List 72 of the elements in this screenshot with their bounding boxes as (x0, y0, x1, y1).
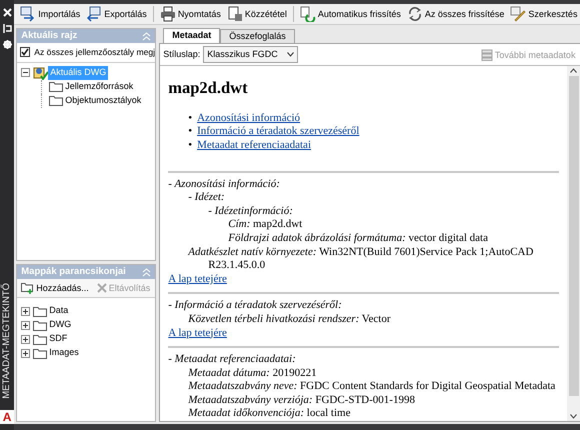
toc-link[interactable]: Információ a téradatok szervezéséről (197, 125, 360, 139)
settings-icon[interactable] (2, 40, 12, 49)
refresh-icon (406, 6, 423, 22)
panel-title: Mappák parancsikonjai (21, 264, 126, 279)
tree-item[interactable]: Jellemzőforrások (63, 80, 136, 94)
document-title: map2d.dwt (168, 78, 249, 98)
toolbar-button[interactable]: Exportálás (84, 5, 149, 23)
refresh-icon (300, 6, 316, 22)
scroll-up-icon[interactable] (570, 68, 578, 73)
toolbar-button[interactable]: Közzététel (224, 5, 289, 23)
folder-icon (33, 334, 48, 344)
metadata-entry: Közvetlen térbeli hivatkozási rendszer: Vector (187, 312, 392, 327)
field-label: Stíluslap: (163, 48, 200, 61)
palette-title: METAADAT-MEGTEKINTŐ (0, 283, 13, 399)
close-icon[interactable] (2, 8, 12, 17)
printer-icon (160, 6, 176, 22)
folder-icon (33, 348, 48, 358)
tree-item[interactable]: Data (47, 304, 70, 318)
metadata-entry: Metaadat időkonvenciója: local time (187, 407, 352, 421)
tab[interactable]: Metaadat (163, 28, 220, 43)
toolbar-button[interactable]: Hozzáadás... (19, 281, 91, 295)
toolbar-button[interactable]: Automatikus frissítés (298, 5, 403, 23)
folder-icon (33, 306, 48, 316)
tree-item[interactable]: Images (47, 346, 81, 360)
tree-item[interactable]: DWG (47, 318, 74, 332)
metadata-entry: Metaadatszabvány verziója: FGDC-STD-001-1998 (187, 394, 416, 408)
back-to-top-link[interactable]: A lap tetejére (168, 272, 227, 285)
expand-icon[interactable] (21, 348, 30, 358)
scrollbar[interactable] (567, 66, 580, 421)
export-icon (86, 6, 102, 22)
expand-icon[interactable] (21, 334, 30, 344)
stack-icon (480, 48, 493, 60)
stylesheet-dropdown[interactable]: Klasszikus FGDC (203, 46, 298, 63)
tree-item[interactable]: SDF (47, 332, 70, 346)
bullet: • (188, 112, 192, 126)
metadata-entry: - Idézet: (187, 191, 226, 205)
remove-icon (96, 283, 107, 293)
toolbar-button[interactable]: Szerkesztés (508, 5, 580, 23)
expand-icon[interactable] (21, 320, 30, 330)
document-icon (226, 6, 243, 22)
caret-icon (287, 52, 294, 57)
section-heading: - Azonosítási információ: (168, 178, 281, 192)
metadata-entry: - Idézetinformáció: (207, 204, 294, 218)
toolbar-button[interactable]: Importálás (18, 5, 82, 23)
metadata-entry: Cím: map2d.dwt (227, 218, 304, 232)
expand-icon[interactable] (21, 306, 30, 316)
scroll-down-icon[interactable] (570, 414, 578, 419)
folder-plus-icon (21, 282, 34, 294)
checkbox-label[interactable]: Az összes jellemzőosztály megj (34, 46, 156, 59)
metadata-entry: Metaadat dátuma: 20190221 (187, 366, 318, 380)
folder-icon (33, 320, 48, 330)
toc-link[interactable]: Azonosítási információ (197, 112, 300, 126)
toolbar-button[interactable]: Az összes frissítése (404, 5, 506, 23)
collapse-icon[interactable] (21, 68, 30, 78)
tree-item[interactable]: Objektumosztályok (63, 94, 144, 108)
bullet: • (188, 125, 192, 139)
checkbox[interactable] (20, 47, 30, 58)
section-heading: - Metaadat referenciaadatai: (168, 353, 297, 367)
toolbar-button[interactable]: Nyomtatás (158, 5, 223, 23)
tab[interactable]: Összefoglalás (220, 29, 295, 43)
metadata-entry: Földrajzi adatok ábrázolási formátuma: vector digital data (227, 232, 489, 246)
metadata-entry: Metaadatszabvány neve: FGDC Content Standards for Digital Geospatial Metadata (187, 380, 556, 394)
bullet: • (188, 138, 192, 153)
import-icon (20, 6, 36, 22)
folder-icon (49, 95, 64, 106)
back-to-top-link[interactable]: A lap tetejére (168, 326, 227, 339)
metadata-entry: Adatkészlet natív környezete: Win32NT(Build 7601)Service Pack 1;AutoCAD R23.1.45.0.0 (186, 246, 534, 273)
panel-title: Aktuális rajz (21, 28, 78, 43)
toc-link[interactable]: Metaadat referenciaadatai (197, 138, 311, 153)
app-logo: A (0, 410, 14, 424)
pin-icon[interactable] (2, 24, 12, 33)
section-heading: - Információ a téradatok szervezéséről: (168, 299, 343, 313)
